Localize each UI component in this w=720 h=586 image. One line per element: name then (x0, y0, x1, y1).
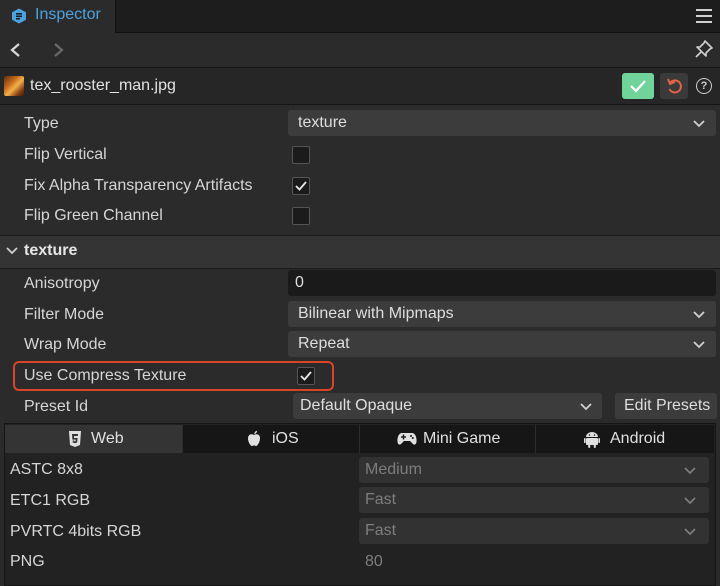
check-icon (295, 181, 307, 191)
format-label: ASTC 8x8 (10, 461, 83, 478)
menu-icon[interactable] (696, 9, 712, 23)
fix-alpha-checkbox[interactable] (292, 177, 310, 195)
anisotropy-label: Anisotropy (24, 275, 100, 292)
filter-mode-label: Filter Mode (24, 306, 105, 323)
format-label: ETC1 RGB (10, 492, 91, 509)
asset-filename: tex_rooster_man.jpg (30, 77, 176, 94)
android-icon (584, 432, 600, 448)
chevron-down-icon (684, 528, 696, 536)
tab-ios[interactable]: iOS (183, 425, 360, 453)
chevron-down-icon (684, 467, 696, 475)
type-value: texture (298, 114, 347, 131)
chevron-down-icon[interactable] (6, 246, 18, 256)
html5-icon (69, 431, 81, 447)
flip-green-checkbox[interactable] (292, 207, 310, 225)
anisotropy-value: 0 (295, 274, 304, 291)
preset-id-dropdown[interactable]: Default Opaque (293, 393, 602, 419)
anisotropy-input[interactable]: 0 (288, 270, 716, 296)
chevron-down-icon (693, 120, 705, 128)
chevron-down-icon (693, 311, 705, 319)
chevron-down-icon (684, 497, 696, 505)
edit-presets-button[interactable]: Edit Presets (615, 393, 717, 419)
forward-arrow-icon[interactable] (51, 42, 65, 58)
edit-presets-label: Edit Presets (624, 397, 711, 414)
format-value: Fast (365, 522, 397, 539)
tab-title: Inspector (35, 6, 101, 23)
asset-thumbnail (4, 76, 24, 96)
flip-vertical-checkbox[interactable] (292, 146, 310, 164)
tab-android-label: Android (610, 430, 666, 447)
type-label: Type (24, 115, 59, 132)
apple-icon (248, 430, 260, 446)
tab-mini-game[interactable]: Mini Game (360, 425, 536, 453)
tab-web[interactable]: Web (5, 425, 183, 453)
revert-button[interactable] (660, 73, 688, 99)
apply-button[interactable] (622, 73, 654, 99)
wrap-mode-dropdown[interactable]: Repeat (288, 331, 716, 357)
texture-section-title: texture (24, 242, 78, 259)
filter-mode-dropdown[interactable]: Bilinear with Mipmaps (288, 301, 716, 327)
preset-id-value: Default Opaque (300, 397, 413, 414)
astc-quality-dropdown[interactable]: Medium (359, 457, 709, 483)
wrap-mode-label: Wrap Mode (24, 336, 107, 353)
preset-id-label: Preset Id (24, 398, 89, 415)
flip-vertical-label: Flip Vertical (24, 146, 107, 163)
format-value: Medium (365, 461, 422, 478)
chevron-down-icon (580, 403, 592, 411)
format-label: PNG (10, 553, 45, 570)
revert-icon (667, 78, 682, 94)
chevron-down-icon (693, 341, 705, 349)
nav-bar (0, 33, 720, 68)
type-dropdown[interactable]: texture (288, 110, 716, 136)
etc1-quality-dropdown[interactable]: Fast (359, 487, 709, 513)
back-arrow-icon[interactable] (9, 42, 23, 58)
inspector-icon (12, 8, 26, 24)
format-value: Fast (365, 491, 397, 508)
texture-section-header[interactable] (0, 235, 720, 269)
check-icon (630, 80, 646, 93)
fix-alpha-label: Fix Alpha Transparency Artifacts (24, 177, 253, 194)
pvrtc-quality-dropdown[interactable]: Fast (359, 518, 709, 544)
help-icon[interactable]: ? (696, 78, 712, 94)
format-label: PVRTC 4bits RGB (10, 523, 142, 540)
tab-web-label: Web (91, 430, 124, 447)
tab-mini-game-label: Mini Game (423, 430, 501, 447)
png-quality-value[interactable]: 80 (365, 553, 383, 571)
flip-green-label: Flip Green Channel (24, 207, 163, 224)
wrap-mode-value: Repeat (298, 335, 350, 352)
tab-ios-label: iOS (272, 430, 299, 447)
gamepad-icon (397, 433, 417, 445)
tab-android[interactable]: Android (536, 425, 714, 453)
pin-icon[interactable] (695, 40, 713, 58)
highlight-box (13, 361, 334, 391)
filter-mode-value: Bilinear with Mipmaps (298, 305, 454, 322)
